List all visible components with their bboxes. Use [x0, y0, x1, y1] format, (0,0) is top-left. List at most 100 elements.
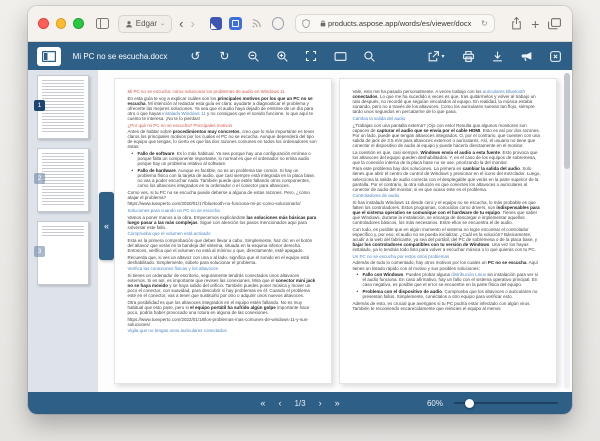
close-window-button[interactable]: [38, 18, 49, 29]
close-viewer-button[interactable]: [547, 48, 563, 64]
thumbnail-panel-toggle-button[interactable]: [37, 47, 61, 66]
document-paragraph: Además de esto, es crucial que averigües…: [353, 301, 543, 311]
zoom-slider[interactable]: [454, 402, 558, 404]
zoom-out-button[interactable]: [245, 48, 261, 64]
document-text-run: Comprueba que el volumen está activado: [128, 231, 211, 236]
document-text-run: Como ves, si tu PC no se escucha puede d…: [128, 190, 310, 200]
document-paragraph: Si has instalado Windows 11 desde cero y…: [353, 200, 543, 225]
document-text-run: . Lo que me ha sucedido a veces es que, …: [353, 94, 536, 114]
search-button[interactable]: [361, 48, 377, 64]
page-thumbnail-2[interactable]: 2: [37, 148, 89, 212]
bullet-marker: •: [357, 289, 359, 294]
reload-icon[interactable]: ↻: [481, 19, 488, 28]
download-button[interactable]: [489, 48, 505, 64]
padlock-icon: [320, 20, 326, 27]
document-paragraph: Si tienes un ordenador de escritorio, se…: [128, 273, 318, 298]
document-heading-red: Mi PC no se escucha: cómo solucionar los…: [128, 89, 318, 94]
chevron-down-icon: ⌄: [160, 20, 165, 27]
tab-overview-icon[interactable]: [546, 16, 562, 32]
vertical-scrollbar[interactable]: [564, 73, 570, 389]
document-paragraph: Para este problema hay dos soluciones. L…: [353, 166, 543, 191]
export-button[interactable]: ▾: [425, 48, 447, 64]
viewer-body: 123 « Mi PC no se escucha: cómo solucion…: [28, 70, 572, 392]
zoom-slider-knob[interactable]: [465, 399, 474, 408]
document-text-run: Cambia la salida del audio: [353, 116, 406, 121]
first-page-button[interactable]: «: [260, 398, 265, 408]
sidebar-toggle-icon[interactable]: [95, 16, 111, 32]
next-page-button[interactable]: ›: [319, 398, 322, 408]
document-heading-blue: Un PC no se escucha por estos otros prob…: [353, 254, 543, 259]
thumbnail-preview: [42, 80, 84, 132]
document-paragraph: Además de todo lo comentado, hay otros m…: [353, 260, 543, 270]
document-paragraph: https://www.tuexperto.com/2020/01/17/blu…: [128, 201, 318, 206]
redo-button[interactable]: ↻: [216, 48, 232, 64]
document-text-run: Con todo, es posible que en algún moment…: [353, 227, 538, 242]
document-heading-blue: Vigila que no tengas unos auriculares co…: [128, 328, 318, 333]
document-text-run: https://www.tuexperto.com/2020/01/17/blu…: [128, 201, 301, 206]
document-list-item: •Fallo de software. Es lo más habitual. …: [128, 151, 318, 166]
minimize-window-button[interactable]: [56, 18, 67, 29]
undo-button[interactable]: ↺: [187, 48, 203, 64]
panel-layout-icon: [42, 51, 56, 62]
zoom-in-button[interactable]: [274, 48, 290, 64]
share-icon[interactable]: [509, 16, 525, 32]
privacy-shield-icon[interactable]: [302, 19, 310, 28]
document-paragraph: https://www.tuexperto.com/2022/01/18/los…: [128, 317, 318, 327]
document-heading-blue: Comprueba que el volumen está activado: [128, 231, 318, 236]
document-paragraph: La cuestión es que, casi siempre, Window…: [353, 150, 543, 165]
document-list-item: •Fallo con Windows. Puedes probar alguna…: [353, 272, 543, 287]
page-thumbnail-3[interactable]: 3: [37, 221, 89, 285]
browser-extension-button-1[interactable]: [210, 17, 223, 30]
page-navigation: « ‹ 1/3 › »: [260, 398, 339, 408]
document-paragraph: Recuerda que, si ves un altavoz con una …: [128, 255, 318, 265]
document-paragraph: Otra posibilidad es que los altavoces in…: [128, 300, 318, 315]
browser-extension-button-2[interactable]: [229, 17, 242, 30]
rss-icon[interactable]: [249, 16, 265, 32]
extension-ring-icon[interactable]: [272, 17, 285, 30]
document-text-run: Recuerda que, si ves un altavoz con una …: [128, 255, 310, 265]
document-heading-blue: Cambia la salida del audio: [353, 116, 543, 121]
document-paragraph: Vale, esto me ha pasado personalmente. A…: [353, 89, 543, 114]
bullet-marker: •: [132, 151, 134, 156]
forward-button[interactable]: ›: [190, 17, 194, 30]
document-text-run: Si tienes un ordenador de escritorio, se…: [128, 273, 300, 283]
feedback-megaphone-icon[interactable]: [518, 48, 534, 64]
document-list-item: •Problema con el dispositivo de audio. C…: [353, 289, 543, 299]
profile-menu-button[interactable]: Edgar ⌄: [118, 15, 172, 33]
thumbnail-preview: [42, 226, 84, 236]
document-area: Mi PC no se escucha: cómo solucionar los…: [98, 70, 572, 392]
document-text-run: Un PC no se escucha por estos otros prob…: [353, 254, 450, 259]
document-text-run: Mi PC no se escucha: cómo solucionar los…: [128, 89, 285, 94]
fit-page-button[interactable]: [332, 48, 348, 64]
document-paragraph: Vamos a poner manos a la obra. Empecemos…: [128, 215, 318, 230]
document-paragraph: Como ves, si tu PC no se escucha puede d…: [128, 190, 318, 200]
thumbnail-sidebar: 1 2 3: [28, 70, 98, 392]
new-tab-button[interactable]: +: [531, 17, 539, 31]
person-icon: [125, 20, 133, 28]
bullet-marker: •: [132, 168, 134, 173]
document-paragraph: En esta guía te voy a explicar cuáles so…: [128, 96, 318, 121]
print-button[interactable]: [460, 48, 476, 64]
document-list-item: •Fallo de hardware. Aunque es factible, …: [128, 168, 318, 188]
address-bar[interactable]: products.aspose.app/words/es/viewer/docx…: [295, 14, 494, 33]
viewer-toolbar: Mi PC no se escucha.docx ↺ ↻: [28, 42, 572, 70]
last-page-button[interactable]: »: [335, 398, 340, 408]
previous-page-button[interactable]: ‹: [278, 398, 281, 408]
scrollbar-thumb[interactable]: [564, 73, 570, 169]
page-number-badge: 3: [34, 246, 45, 257]
document-text-run: Además de esto, es crucial que averigües…: [353, 301, 531, 311]
document-paragraph: ¿Trabajas con una pantalla externa? ¡Ojo…: [353, 123, 543, 148]
document-text-run: https://www.tuexperto.com/2022/01/18/los…: [128, 317, 309, 327]
fullscreen-button[interactable]: [303, 48, 319, 64]
page-thumbnail-1[interactable]: 1: [37, 75, 89, 139]
document-page-2: Vale, esto me ha pasado personalmente. A…: [339, 78, 557, 384]
export-caret-icon: ▾: [441, 53, 444, 60]
page-indicator: 1/3: [294, 399, 305, 408]
document-paragraph: Antes de hablar sobre procedimientos muy…: [128, 129, 318, 149]
document-paragraph: Con todo, es posible que en algún moment…: [353, 227, 543, 252]
viewer-footer: « ‹ 1/3 › » 60%: [28, 392, 572, 414]
zoom-window-button[interactable]: [73, 18, 84, 29]
document-heading-blue: Controladores de audio: [353, 193, 543, 198]
back-button[interactable]: ‹: [179, 17, 183, 30]
document-text-run: Soluciones para cuando un PC no se escuc…: [128, 208, 220, 213]
